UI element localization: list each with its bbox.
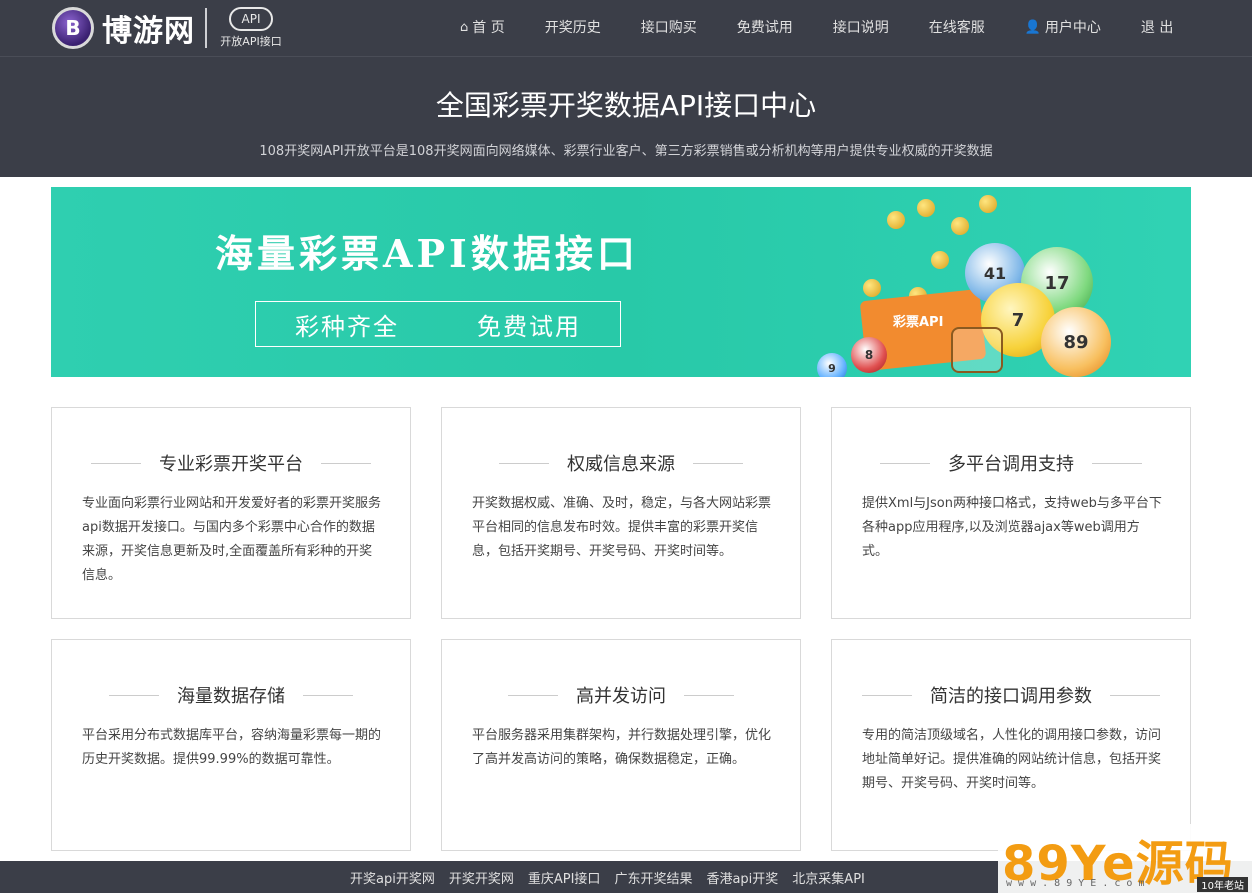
banner-tags: 彩种齐全 免费试用	[255, 301, 621, 347]
ball-number: 7	[1011, 309, 1025, 331]
card-description: 平台采用分布式数据库平台，容纳海量彩票每一期的历史开奖数据。提供99.99%的数…	[82, 728, 382, 767]
card-description: 提供Xml与Json两种接口格式，支持web与多平台下各种app应用程序,以及浏…	[862, 496, 1162, 559]
footer-link[interactable]: 香港api开奖	[706, 868, 778, 887]
nav-docs-label: 接口说明	[832, 20, 889, 36]
divider-line	[321, 462, 371, 464]
card-header: 高并发访问	[442, 682, 800, 708]
coin-icon	[979, 195, 997, 213]
footer-link[interactable]: 重庆API接口	[528, 868, 601, 887]
card-title: 高并发访问	[576, 686, 666, 707]
nav-user-center-label: 用户中心	[1044, 20, 1101, 36]
nav-buy[interactable]: 接口购买	[621, 17, 717, 37]
card-title: 权威信息来源	[567, 454, 675, 475]
nav-support-label: 在线客服	[928, 20, 985, 36]
nav-history-label: 开奖历史	[544, 20, 601, 36]
main-nav: ⌂ 首 页 开奖历史 接口购买 免费试用 接口说明 在线客服 👤 用户中心 退 …	[440, 0, 1193, 54]
site-logo[interactable]: B 博游网 API 开放API接口	[52, 4, 287, 52]
coin-icon	[951, 217, 969, 235]
card-title: 海量数据存储	[177, 686, 285, 707]
logo-api: API 开放API接口	[215, 7, 287, 49]
card-header: 权威信息来源	[442, 450, 800, 476]
divider-line	[880, 462, 930, 464]
card-description: 平台服务器采用集群架构，并行数据处理引擎，优化了高并发高访问的策略，确保数据稳定…	[472, 728, 772, 767]
feature-card: 高并发访问 平台服务器采用集群架构，并行数据处理引擎，优化了高并发高访问的策略，…	[441, 639, 801, 851]
nav-logout[interactable]: 退 出	[1121, 17, 1193, 37]
card-header: 简洁的接口调用参数	[832, 682, 1190, 708]
coin-icon	[917, 199, 935, 217]
feature-card: 海量数据存储 平台采用分布式数据库平台，容纳海量彩票每一期的历史开奖数据。提供9…	[51, 639, 411, 851]
divider-line	[693, 462, 743, 464]
ball-number: 89	[1063, 331, 1089, 353]
footer-link[interactable]: 开奖api开奖网	[350, 868, 435, 887]
nav-buy-label: 接口购买	[640, 20, 697, 36]
footer-link[interactable]: 开奖开奖网	[449, 868, 514, 887]
card-header: 多平台调用支持	[832, 450, 1190, 476]
footer-link[interactable]: 广东开奖结果	[614, 868, 692, 887]
divider-line	[91, 462, 141, 464]
home-icon: ⌂	[460, 19, 469, 35]
ball-number: 17	[1044, 272, 1070, 294]
lottery-ball-icon: 8	[851, 337, 887, 373]
card-header: 海量数据存储	[52, 682, 410, 708]
logo-api-subtitle: 开放API接口	[220, 35, 282, 48]
divider-line	[862, 694, 912, 696]
page-subtitle: 108开奖网API开放平台是108开奖网面向网络媒体、彩票行业客户、第三方彩票销…	[259, 144, 993, 159]
nav-home[interactable]: ⌂ 首 页	[440, 17, 525, 37]
cloud-icon: API	[229, 7, 273, 31]
divider-line	[1110, 694, 1160, 696]
nav-home-label: 首 页	[472, 20, 505, 36]
banner-tag-complete: 彩种齐全	[295, 312, 399, 341]
nav-logout-label: 退 出	[1140, 20, 1174, 36]
card-description: 开奖数据权威、准确、及时，稳定，与各大网站彩票平台相同的信息发布时效。提供丰富的…	[472, 496, 772, 559]
card-title: 多平台调用支持	[948, 454, 1074, 475]
watermark: 89Ye源码 w w w . 8 9 Y E . c o m 10年老站	[998, 824, 1252, 893]
footer-link[interactable]: 北京采集API	[792, 868, 865, 887]
logo-badge-icon: B	[52, 7, 94, 49]
divider-line	[1092, 462, 1142, 464]
lottery-ball-icon: 89	[1041, 307, 1111, 377]
feature-card: 权威信息来源 开奖数据权威、准确、及时，稳定，与各大网站彩票平台相同的信息发布时…	[441, 407, 801, 619]
card-description: 专业面向彩票行业网站和开发爱好者的彩票开奖服务api数据开发接口。与国内多个彩票…	[82, 496, 382, 583]
card-title: 简洁的接口调用参数	[930, 686, 1092, 707]
divider-line	[499, 462, 549, 464]
divider-line	[508, 694, 558, 696]
watermark-url: w w w . 8 9 Y E . c o m	[1006, 878, 1145, 889]
ball-number: 41	[983, 263, 1007, 283]
nav-trial-label: 免费试用	[736, 20, 793, 36]
logo-text: 博游网	[102, 14, 195, 49]
nav-docs[interactable]: 接口说明	[813, 17, 909, 37]
footer-links: 开奖api开奖网 开奖开奖网 重庆API接口 广东开奖结果 香港api开奖 北京…	[350, 861, 879, 893]
card-description: 专用的简洁顶级域名，人性化的调用接口参数，访问地址简单好记。提供准确的网站统计信…	[862, 728, 1162, 791]
banner-title: 海量彩票API数据接口	[215, 231, 639, 276]
nav-user-center[interactable]: 👤 用户中心	[1005, 17, 1121, 37]
feature-card: 专业彩票开奖平台 专业面向彩票行业网站和开发爱好者的彩票开奖服务api数据开发接…	[51, 407, 411, 619]
feature-card: 多平台调用支持 提供Xml与Json两种接口格式，支持web与多平台下各种app…	[831, 407, 1191, 619]
divider-line	[684, 694, 734, 696]
nav-support[interactable]: 在线客服	[909, 17, 1005, 37]
card-title: 专业彩票开奖平台	[159, 454, 303, 475]
cloud-api-label: API	[241, 12, 261, 26]
card-header: 专业彩票开奖平台	[52, 450, 410, 476]
coin-icon	[887, 211, 905, 229]
nav-history[interactable]: 开奖历史	[525, 17, 621, 37]
ticket-label: 彩票API	[893, 315, 944, 330]
divider-line	[109, 694, 159, 696]
feature-card: 简洁的接口调用参数 专用的简洁顶级域名，人性化的调用接口参数，访问地址简单好记。…	[831, 639, 1191, 851]
user-icon: 👤	[1024, 19, 1041, 35]
page-title: 全国彩票开奖数据API接口中心	[435, 89, 817, 122]
top-header: B 博游网 API 开放API接口 ⌂ 首 页 开奖历史 接口购买 免费试用 接…	[0, 0, 1252, 177]
ball-number: 8	[864, 348, 874, 362]
lottery-cage-icon	[951, 327, 1003, 373]
ball-number: 9	[828, 361, 836, 375]
banner-tag-trial: 免费试用	[477, 312, 581, 341]
watermark-tag: 10年老站	[1197, 877, 1248, 892]
logo-divider	[205, 8, 207, 48]
divider-line	[303, 694, 353, 696]
coin-icon	[863, 279, 881, 297]
nav-divider	[0, 56, 1252, 57]
promo-banner[interactable]: 海量彩票API数据接口 彩种齐全 免费试用 彩票API 41 17 7 89 8…	[51, 187, 1191, 377]
coin-icon	[931, 251, 949, 269]
nav-trial[interactable]: 免费试用	[717, 17, 813, 37]
lottery-ball-icon: 9	[817, 353, 847, 377]
